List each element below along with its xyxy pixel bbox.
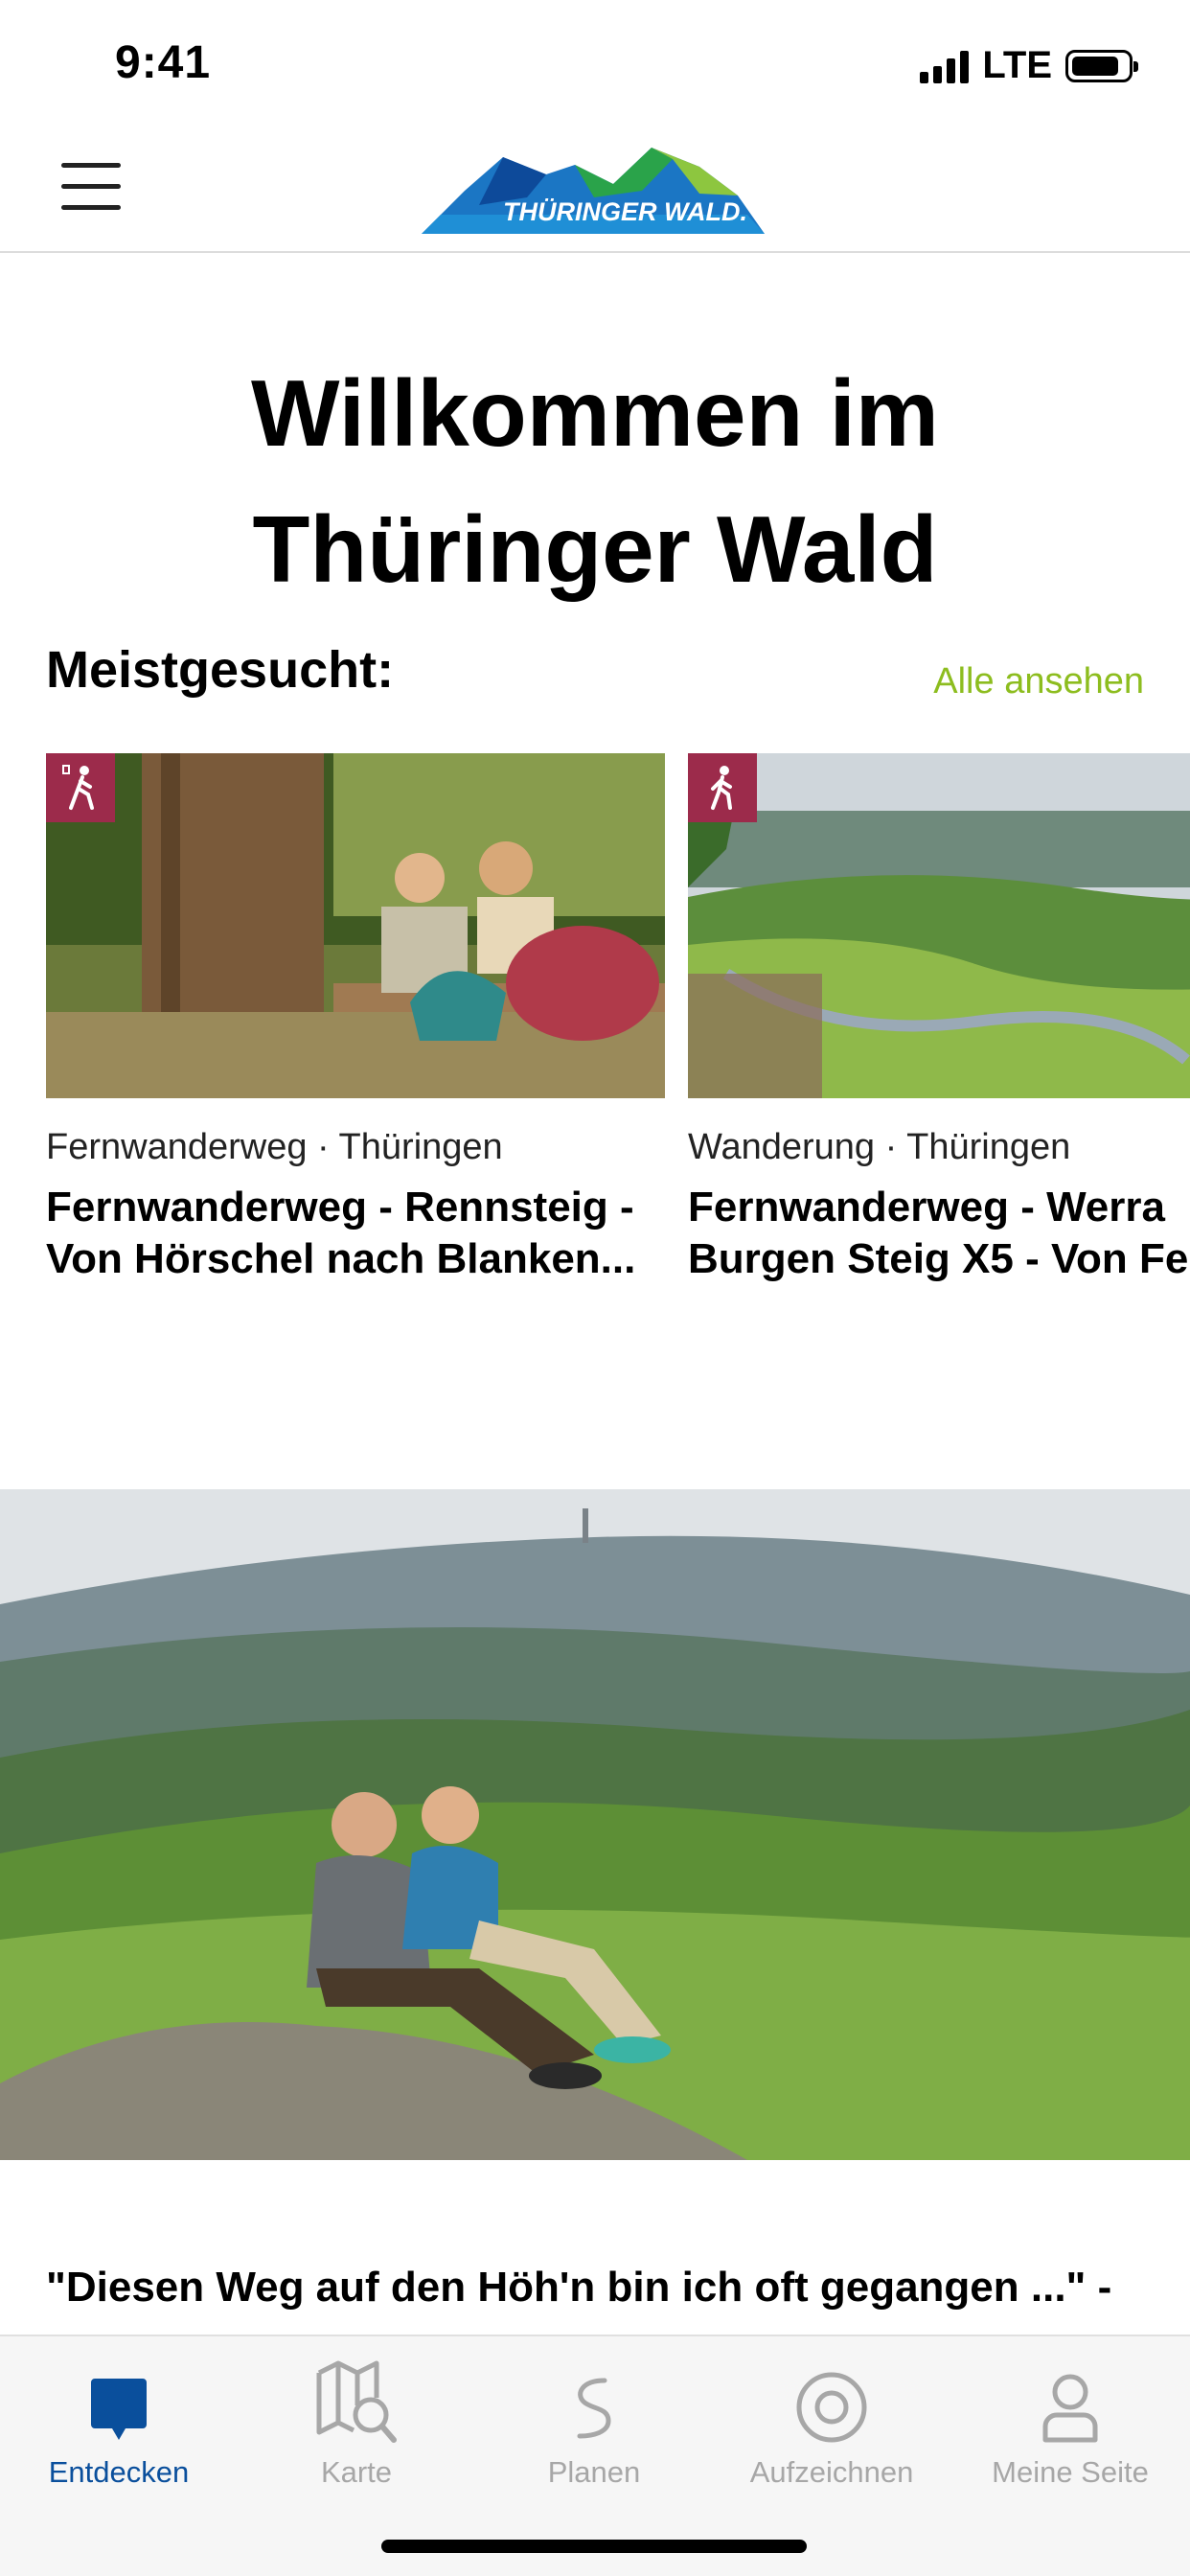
status-indicators: LTE — [920, 44, 1138, 87]
status-time: 9:41 — [115, 37, 212, 88]
status-bar: 9:41 LTE — [0, 0, 1190, 125]
tab-discover[interactable]: Entdecken — [0, 2358, 238, 2501]
tab-map[interactable]: Karte — [238, 2358, 475, 2501]
tab-label: Karte — [320, 2455, 393, 2489]
tab-label: Meine Seite — [992, 2455, 1149, 2489]
welcome-title-line2: Thüringer Wald — [252, 496, 938, 602]
tour-card-title: Fernwanderweg - Werra Burgen Steig X5 - … — [688, 1182, 1190, 1285]
battery-icon — [1065, 49, 1138, 82]
tour-card[interactable]: Fernwanderweg · Thüringen Fernwanderweg … — [46, 753, 665, 1285]
tab-label: Entdecken — [48, 2455, 190, 2489]
walker-icon — [688, 753, 757, 822]
menu-icon[interactable] — [61, 163, 121, 215]
tab-my-page[interactable]: Meine Seite — [950, 2358, 1190, 2501]
tab-record[interactable]: Aufzeichnen — [713, 2358, 950, 2501]
tour-card-title: Fernwanderweg - Rennsteig - Von Hörschel… — [46, 1182, 665, 1285]
network-type: LTE — [982, 44, 1052, 86]
discover-icon — [91, 2379, 147, 2440]
tour-card-title-line2: Burgen Steig X5 - Von Fe — [688, 1235, 1189, 1282]
see-all-link[interactable]: Alle ansehen — [933, 661, 1144, 702]
tour-card[interactable]: Wanderung · Thüringen Fernwanderweg - We… — [688, 753, 1190, 1285]
profile-icon — [1042, 2374, 1098, 2443]
signal-icon — [920, 49, 970, 83]
welcome-title-line1: Willkommen im — [251, 360, 939, 466]
thueringer-wald-logo: THÜRINGER WALD. — [422, 148, 765, 234]
home-indicator[interactable] — [381, 2540, 807, 2553]
tour-card-title-line1: Fernwanderweg - Rennsteig - — [46, 1184, 634, 1230]
tour-card-title-line1: Fernwanderweg - Werra — [688, 1184, 1165, 1230]
most-searched-carousel[interactable]: Fernwanderweg · Thüringen Fernwanderweg … — [46, 753, 1190, 1290]
map-search-icon — [316, 2360, 397, 2443]
feature-image[interactable] — [0, 1489, 1190, 2160]
route-icon — [577, 2378, 611, 2439]
welcome-title: Willkommen im Thüringer Wald — [0, 345, 1190, 617]
feature-quote[interactable]: "Diesen Weg auf den Höh'n bin ich oft ge… — [46, 2264, 1190, 2312]
app-header: THÜRINGER WALD. — [0, 125, 1190, 253]
tab-label: Planen — [547, 2455, 641, 2489]
svg-text:THÜRINGER WALD.: THÜRINGER WALD. — [503, 197, 747, 226]
tour-card-image — [688, 753, 1190, 1098]
most-searched-header: Meistgesucht: Alle ansehen — [46, 640, 1144, 707]
record-icon — [796, 2372, 867, 2443]
tour-card-category: Wanderung · Thüringen — [688, 1127, 1071, 1167]
tab-plan[interactable]: Planen — [475, 2358, 713, 2501]
tour-card-title-line2: Von Hörschel nach Blanken... — [46, 1235, 636, 1282]
tour-card-category: Fernwanderweg · Thüringen — [46, 1127, 503, 1167]
hiker-icon — [46, 753, 115, 822]
tab-label: Aufzeichnen — [749, 2455, 914, 2489]
most-searched-heading: Meistgesucht: — [46, 641, 395, 699]
tour-card-image — [46, 753, 665, 1098]
